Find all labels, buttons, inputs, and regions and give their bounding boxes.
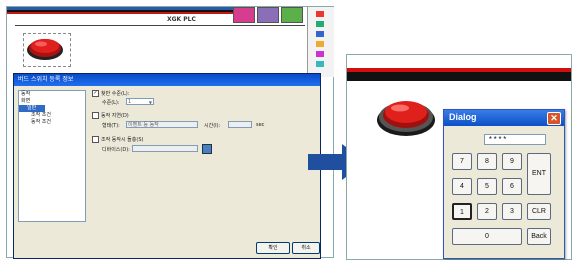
- tree-item[interactable]: 동작 조건: [19, 119, 85, 126]
- key-back[interactable]: Back: [527, 228, 551, 245]
- tree-item[interactable]: 화면: [19, 98, 85, 105]
- option3-device-label: 디바이스(D):: [102, 147, 130, 153]
- tree-item[interactable]: 일반: [19, 105, 45, 112]
- keypad-display[interactable]: ****: [484, 134, 546, 145]
- toolbar-pink-button[interactable]: [233, 7, 255, 23]
- delay-time-input[interactable]: [228, 121, 252, 128]
- device-browse-icon[interactable]: [202, 144, 212, 154]
- tree-item[interactable]: 동작: [19, 91, 85, 98]
- tree-item[interactable]: 조작 조건: [19, 112, 85, 119]
- option2-time-label: 시간(I):: [204, 123, 221, 129]
- time-unit: sec: [256, 122, 265, 128]
- arrow-body: [308, 154, 342, 170]
- option2-checkbox[interactable]: [92, 112, 99, 119]
- level-select[interactable]: 1 ▼: [126, 98, 154, 105]
- keypad-title: Dialog: [449, 112, 477, 122]
- ok-button[interactable]: 확인: [256, 242, 290, 254]
- key-2[interactable]: 2: [477, 203, 497, 220]
- red-push-button-left[interactable]: [25, 35, 65, 61]
- delay-type-select[interactable]: 이벤트 등 동작: [126, 121, 198, 128]
- device-input[interactable]: [132, 145, 198, 152]
- option1-label: 찾반 수준(L):: [101, 91, 130, 97]
- key-9[interactable]: 9: [502, 153, 522, 170]
- keypad-dialog: Dialog ✕ **** 7 8 9 ENT 4 5 6 1 2 3 CLR …: [443, 109, 565, 259]
- tool-palette: [307, 7, 334, 77]
- toolbar-purple-button[interactable]: [257, 7, 279, 23]
- option1-checkbox[interactable]: ✓: [92, 90, 99, 97]
- key-6[interactable]: 6: [502, 178, 522, 195]
- cancel-button[interactable]: 취소: [292, 242, 320, 254]
- close-icon[interactable]: ✕: [547, 112, 561, 125]
- toolbar-green-button[interactable]: [281, 7, 303, 23]
- right-screenshot: Dialog ✕ **** 7 8 9 ENT 4 5 6 1 2 3 CLR …: [346, 54, 572, 260]
- header-black-bar: [347, 72, 571, 81]
- option3-label: 조작 동작시 돌충(S): [101, 137, 144, 143]
- key-4[interactable]: 4: [452, 178, 472, 195]
- property-dialog: 버드 스위치 등록 정보 동작 화면 일반 조작 조건 동작 조건 ✓ 찾반 수준…: [13, 73, 321, 259]
- key-5[interactable]: 5: [477, 178, 497, 195]
- key-8[interactable]: 8: [477, 153, 497, 170]
- property-tree: 동작 화면 일반 조작 조건 동작 조건: [18, 90, 86, 222]
- key-clr[interactable]: CLR: [527, 203, 551, 220]
- key-0[interactable]: 0: [452, 228, 522, 245]
- keypad-title-bar: Dialog ✕: [444, 110, 564, 126]
- left-screenshot: XGK PLC 버드 스위치 등록 정보 동작 화면 일반 조작 조건 동작 조…: [6, 6, 334, 259]
- key-7[interactable]: 7: [452, 153, 472, 170]
- property-dialog-title: 버드 스위치 등록 정보: [14, 74, 320, 86]
- red-push-button-right[interactable]: [375, 95, 437, 137]
- key-3[interactable]: 3: [502, 203, 522, 220]
- key-ent[interactable]: ENT: [527, 153, 551, 195]
- option2-label: 동작 지연(D): [101, 113, 129, 119]
- option3-checkbox[interactable]: [92, 136, 99, 143]
- option2-field-label: 형태(T):: [102, 123, 120, 129]
- key-1[interactable]: 1: [452, 203, 472, 220]
- option1-sub-label: 수준(L):: [102, 100, 120, 106]
- plc-label: XGK PLC: [167, 16, 196, 23]
